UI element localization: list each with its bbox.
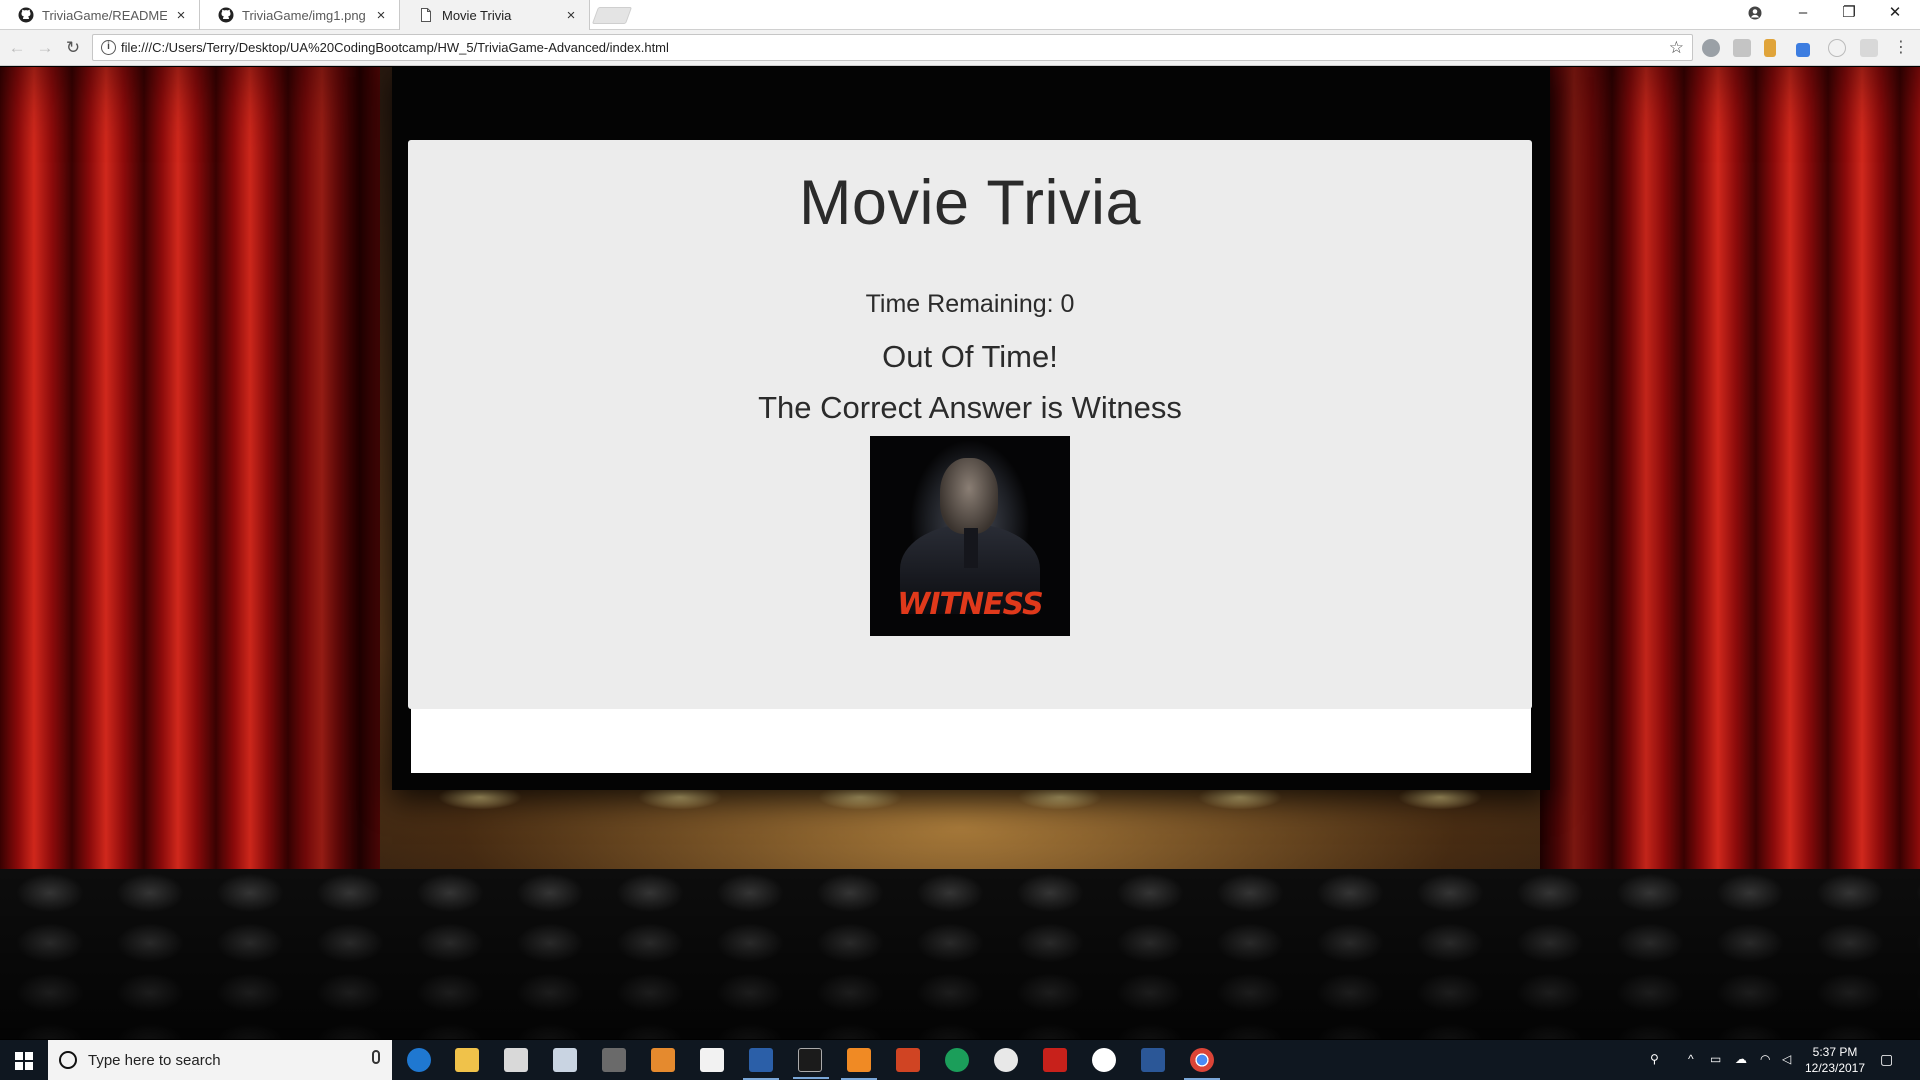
page-title: Movie Trivia — [798, 168, 1142, 238]
forward-icon[interactable]: → — [34, 37, 56, 59]
address-bar[interactable]: i file:///C:/Users/Terry/Desktop/UA%20Co… — [92, 34, 1693, 61]
right-curtain — [1540, 67, 1920, 987]
terminal-icon[interactable] — [793, 1048, 829, 1079]
clock-date: 12/23/2017 — [1804, 1061, 1866, 1075]
new-tab-button[interactable] — [591, 7, 633, 24]
clock-time: 5:37 PM — [1812, 1045, 1858, 1059]
tray-expand-icon[interactable]: ^ — [1688, 1052, 1694, 1080]
github-icon — [218, 7, 234, 23]
powerpoint-icon[interactable] — [896, 1048, 920, 1072]
people-icon[interactable]: ⚲ — [1650, 1052, 1659, 1080]
restore-icon[interactable]: ❐ — [1826, 0, 1872, 28]
browser-toolbar: ← → ↻ i file:///C:/Users/Terry/Desktop/U… — [0, 30, 1920, 66]
minimize-icon[interactable]: – — [1780, 0, 1826, 28]
slack-icon[interactable] — [1092, 1048, 1116, 1072]
onedrive-icon[interactable]: ☁ — [1735, 1052, 1747, 1080]
tab-title: Movie Trivia — [442, 7, 512, 23]
extension-icon[interactable] — [1828, 39, 1846, 57]
notifications-icon[interactable]: ▢ — [1880, 1051, 1893, 1080]
close-icon[interactable]: ✕ — [1872, 0, 1918, 28]
left-curtain — [0, 67, 380, 987]
tab-readme[interactable]: TriviaGame/README.md × — [0, 0, 200, 30]
sublime-icon[interactable] — [841, 1048, 877, 1080]
battery-icon[interactable]: ▭ — [1710, 1052, 1721, 1080]
theater-seats — [0, 869, 1920, 1039]
chrome-icon[interactable] — [1184, 1048, 1220, 1080]
poster-figure-face — [940, 458, 998, 534]
correct-answer: The Correct Answer is Witness — [758, 390, 1182, 425]
taskbar-search[interactable]: Type here to search — [48, 1040, 392, 1080]
extension-icon[interactable] — [1796, 43, 1810, 57]
file-explorer-icon[interactable] — [455, 1048, 479, 1072]
screen-bottom — [411, 706, 1531, 773]
windows-start-icon[interactable] — [0, 1040, 48, 1080]
store-icon[interactable] — [504, 1048, 528, 1072]
cortana-icon — [59, 1051, 77, 1069]
acrobat-icon[interactable] — [1043, 1048, 1067, 1072]
movie-poster: WITNESS — [870, 436, 1070, 636]
github-icon — [18, 7, 34, 23]
poster-figure-tie — [964, 528, 978, 568]
profile-icon[interactable] — [1732, 0, 1778, 28]
time-remaining: Time Remaining: 0 — [865, 290, 1075, 318]
mail-icon[interactable] — [700, 1048, 724, 1072]
extension-icon[interactable] — [1702, 39, 1720, 57]
info-icon[interactable]: i — [101, 40, 116, 55]
wifi-icon[interactable]: ◠ — [1760, 1052, 1770, 1080]
back-icon[interactable]: ← — [6, 37, 28, 59]
url-text: file:///C:/Users/Terry/Desktop/UA%20Codi… — [121, 40, 669, 55]
edge-icon[interactable] — [407, 1048, 431, 1072]
result-status: Out Of Time! — [882, 339, 1058, 374]
page-icon — [418, 7, 434, 23]
microphone-icon[interactable] — [372, 1050, 380, 1064]
tab-title: TriviaGame/README.md — [42, 7, 167, 23]
snipping-icon[interactable] — [602, 1048, 626, 1072]
tab-img1[interactable]: TriviaGame/img1.png at × — [200, 0, 400, 30]
close-tab-icon[interactable]: × — [373, 7, 389, 24]
volume-icon[interactable]: ◁ — [1782, 1052, 1791, 1080]
tab-title: TriviaGame/img1.png at — [242, 7, 367, 23]
reload-icon[interactable]: ↻ — [62, 37, 84, 59]
vscode-icon[interactable] — [743, 1048, 779, 1080]
theater-background: Movie Trivia Time Remaining: 0 Out Of Ti… — [0, 67, 1920, 1039]
outlook-icon[interactable] — [553, 1048, 577, 1072]
extension-icon[interactable] — [1764, 39, 1776, 57]
settings-icon[interactable] — [994, 1048, 1018, 1072]
extension-icon[interactable] — [1733, 39, 1751, 57]
tab-movie-trivia[interactable]: Movie Trivia × — [400, 0, 590, 30]
extension-icon[interactable] — [1860, 39, 1878, 57]
menu-icon[interactable]: ⋮ — [1890, 37, 1912, 59]
poster-title: WITNESS — [897, 587, 1043, 622]
trivia-panel: Movie Trivia Time Remaining: 0 Out Of Ti… — [408, 140, 1532, 709]
close-tab-icon[interactable]: × — [173, 7, 189, 24]
gitkraken-icon[interactable] — [945, 1048, 969, 1072]
word-icon[interactable] — [1141, 1048, 1165, 1072]
close-tab-icon[interactable]: × — [563, 7, 579, 24]
system-clock[interactable]: 5:37 PM 12/23/2017 — [1800, 1044, 1870, 1076]
bookmark-star-icon[interactable]: ☆ — [1669, 38, 1684, 58]
media-icon[interactable] — [651, 1048, 675, 1072]
taskbar: Type here to search ⚲ ^ ▭ ☁ ◠ ◁ 5:37 PM … — [0, 1040, 1920, 1080]
search-placeholder: Type here to search — [88, 1052, 221, 1069]
tab-strip: TriviaGame/README.md × TriviaGame/img1.p… — [0, 0, 1920, 30]
